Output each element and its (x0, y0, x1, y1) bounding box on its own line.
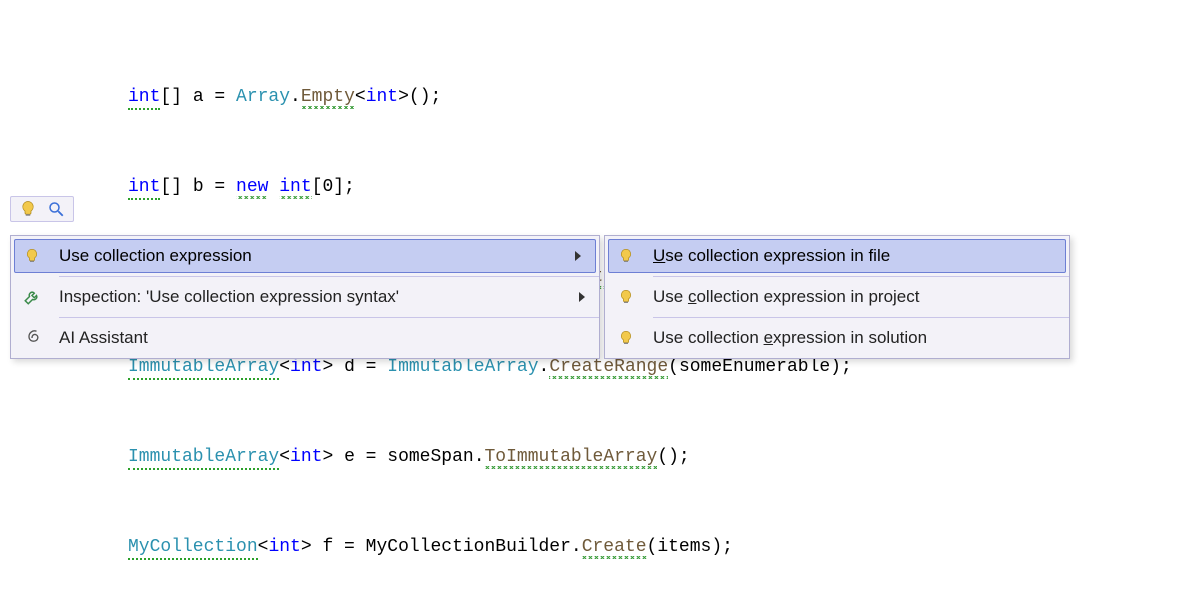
code-line-5: ImmutableArray<int> e = someSpan.ToImmut… (128, 442, 852, 472)
action-indicator[interactable] (10, 196, 74, 222)
code-line-2: int[] b = new int[0]; (128, 172, 852, 202)
submenu-item-label: Use collection expression in solution (653, 328, 927, 348)
lightbulb-icon (19, 200, 37, 218)
submenu-item-label: Use collection expression in project (653, 287, 919, 307)
code-line-6: MyCollection<int> f = MyCollectionBuilde… (128, 532, 852, 562)
menu-item-label: Inspection: 'Use collection expression s… (59, 287, 399, 307)
menu-item-ai-assistant[interactable]: AI Assistant (11, 318, 599, 358)
submenu-item-in-project[interactable]: Use collection expression in project (605, 277, 1069, 317)
magnifier-icon (47, 200, 65, 218)
submenu-item-label: Use collection expression in file (653, 246, 890, 266)
wrench-icon (21, 288, 43, 306)
submenu-arrow-icon (575, 251, 581, 261)
submenu-item-in-file[interactable]: Use collection expression in file (608, 239, 1066, 273)
code-line-1: int[] a = Array.Empty<int>(); (128, 82, 852, 112)
context-menu-submenu: Use collection expression in file Use co… (604, 235, 1070, 359)
context-menu-primary: Use collection expression Inspection: 'U… (10, 235, 600, 359)
spiral-icon (21, 329, 43, 347)
menu-item-use-collection-expression[interactable]: Use collection expression (14, 239, 596, 273)
menu-item-label: Use collection expression (59, 246, 252, 266)
lightbulb-icon (615, 330, 637, 346)
submenu-item-in-solution[interactable]: Use collection expression in solution (605, 318, 1069, 358)
lightbulb-icon (615, 289, 637, 305)
menu-item-inspection[interactable]: Inspection: 'Use collection expression s… (11, 277, 599, 317)
lightbulb-icon (21, 248, 43, 264)
lightbulb-icon (615, 248, 637, 264)
menu-item-label: AI Assistant (59, 328, 148, 348)
submenu-arrow-icon (579, 292, 585, 302)
